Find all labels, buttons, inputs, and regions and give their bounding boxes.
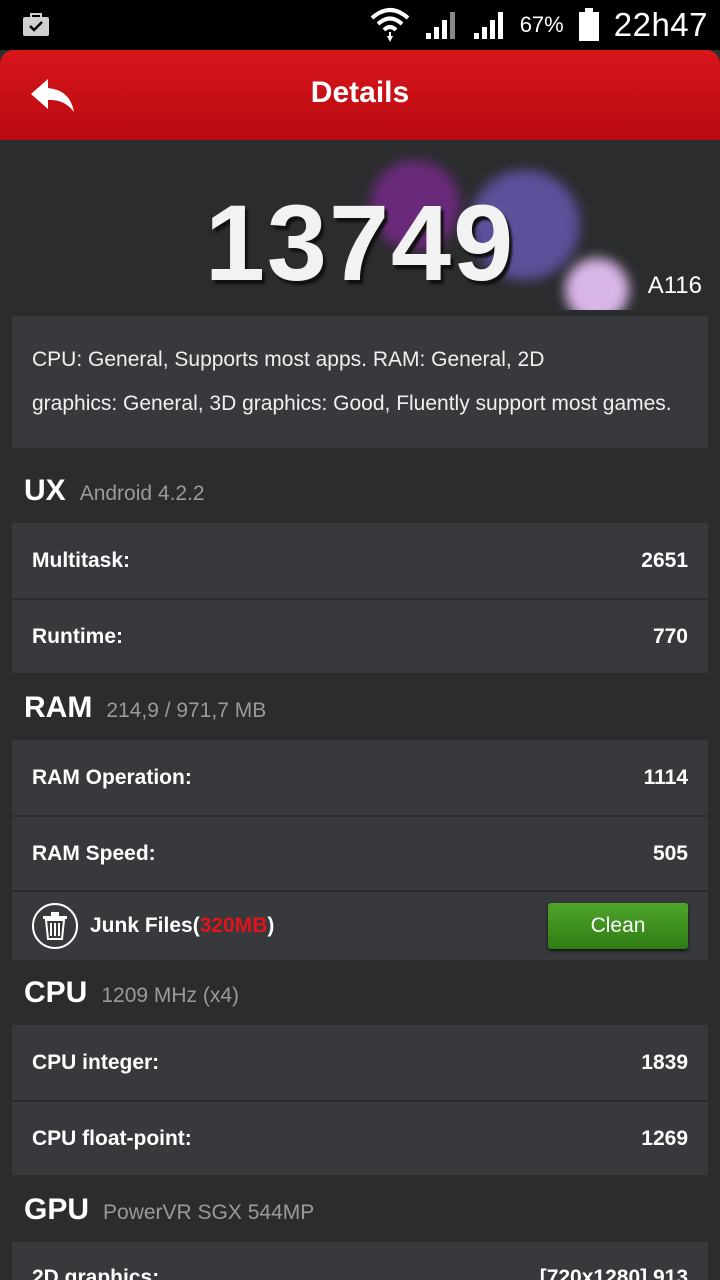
- junk-files-label: Junk Files(: [90, 914, 200, 937]
- trash-icon: [32, 903, 78, 949]
- row-value: 2651: [641, 548, 688, 572]
- section-header-gpu: GPU PowerVR SGX 544MP: [24, 1193, 314, 1227]
- row-value: 1839: [641, 1050, 688, 1074]
- section-subtitle: 1209 MHz (x4): [101, 984, 240, 1007]
- section-header-cpu: CPU 1209 MHz (x4): [24, 976, 239, 1010]
- row-label: 2D graphics:: [32, 1266, 160, 1280]
- junk-files-row: Junk Files(320MB) Clean: [12, 890, 708, 960]
- wifi-icon: [370, 8, 410, 42]
- signal-icon: [473, 12, 503, 39]
- section-subtitle: 214,9 / 971,7 MB: [106, 699, 267, 722]
- ram-card: RAM Operation: 1114 RAM Speed: 505 Junk …: [12, 740, 708, 960]
- status-bar: 67% 22h47: [0, 0, 720, 50]
- score-row[interactable]: RAM Speed: 505: [12, 815, 708, 890]
- section-header-ram: RAM 214,9 / 971,7 MB: [24, 691, 266, 725]
- row-label: CPU integer:: [32, 1050, 160, 1074]
- score-row[interactable]: Multitask: 2651: [12, 523, 708, 598]
- junk-files-size: 320MB: [199, 914, 268, 937]
- clock: 22h47: [613, 6, 708, 43]
- bag-check-icon: [23, 13, 49, 36]
- score-row[interactable]: 2D graphics: [720x1280] 913: [12, 1242, 708, 1280]
- row-value: 1114: [643, 765, 688, 789]
- row-value: 770: [652, 624, 688, 648]
- section-subtitle: PowerVR SGX 544MP: [103, 1201, 315, 1224]
- section-title: CPU: [24, 976, 88, 1009]
- score-row[interactable]: CPU float-point: 1269: [12, 1100, 708, 1175]
- cpu-card: CPU integer: 1839 CPU float-point: 1269: [12, 1025, 708, 1175]
- row-value: 1269: [641, 1126, 688, 1150]
- summary-line: CPU: General, Supports most apps. RAM: G…: [32, 348, 545, 371]
- summary-line: graphics: General, 3D graphics: Good, Fl…: [32, 392, 672, 415]
- device-model: A116: [647, 272, 702, 299]
- score-area: 13749: [0, 140, 720, 310]
- summary-card: CPU: General, Supports most apps. RAM: G…: [12, 316, 708, 448]
- section-title: UX: [24, 474, 66, 507]
- app-bar: Details: [0, 50, 720, 140]
- battery-icon: [578, 8, 599, 41]
- gpu-card: 2D graphics: [720x1280] 913: [12, 1242, 708, 1280]
- section-header-ux: UX Android 4.2.2: [24, 474, 205, 508]
- section-subtitle: Android 4.2.2: [79, 482, 205, 505]
- section-title: RAM: [24, 691, 93, 724]
- score-row[interactable]: CPU integer: 1839: [12, 1025, 708, 1100]
- row-label: Multitask:: [32, 548, 131, 572]
- row-label: RAM Operation:: [32, 765, 192, 789]
- section-title: GPU: [24, 1193, 90, 1226]
- score-row[interactable]: RAM Operation: 1114: [12, 740, 708, 815]
- battery-percent: 67%: [519, 12, 564, 37]
- score-row[interactable]: Runtime: 770: [12, 598, 708, 673]
- ux-card: Multitask: 2651 Runtime: 770: [12, 523, 708, 673]
- page-title: Details: [310, 76, 410, 109]
- row-value: [720x1280] 913: [539, 1266, 688, 1280]
- clean-button[interactable]: Clean: [548, 903, 688, 949]
- row-label: Runtime:: [32, 624, 123, 648]
- total-score: 13749: [204, 182, 516, 303]
- signal-icon: [425, 12, 455, 39]
- row-label: CPU float-point:: [32, 1126, 192, 1150]
- row-label: RAM Speed:: [32, 841, 156, 865]
- row-value: 505: [652, 841, 688, 865]
- junk-files-close: ): [267, 914, 275, 937]
